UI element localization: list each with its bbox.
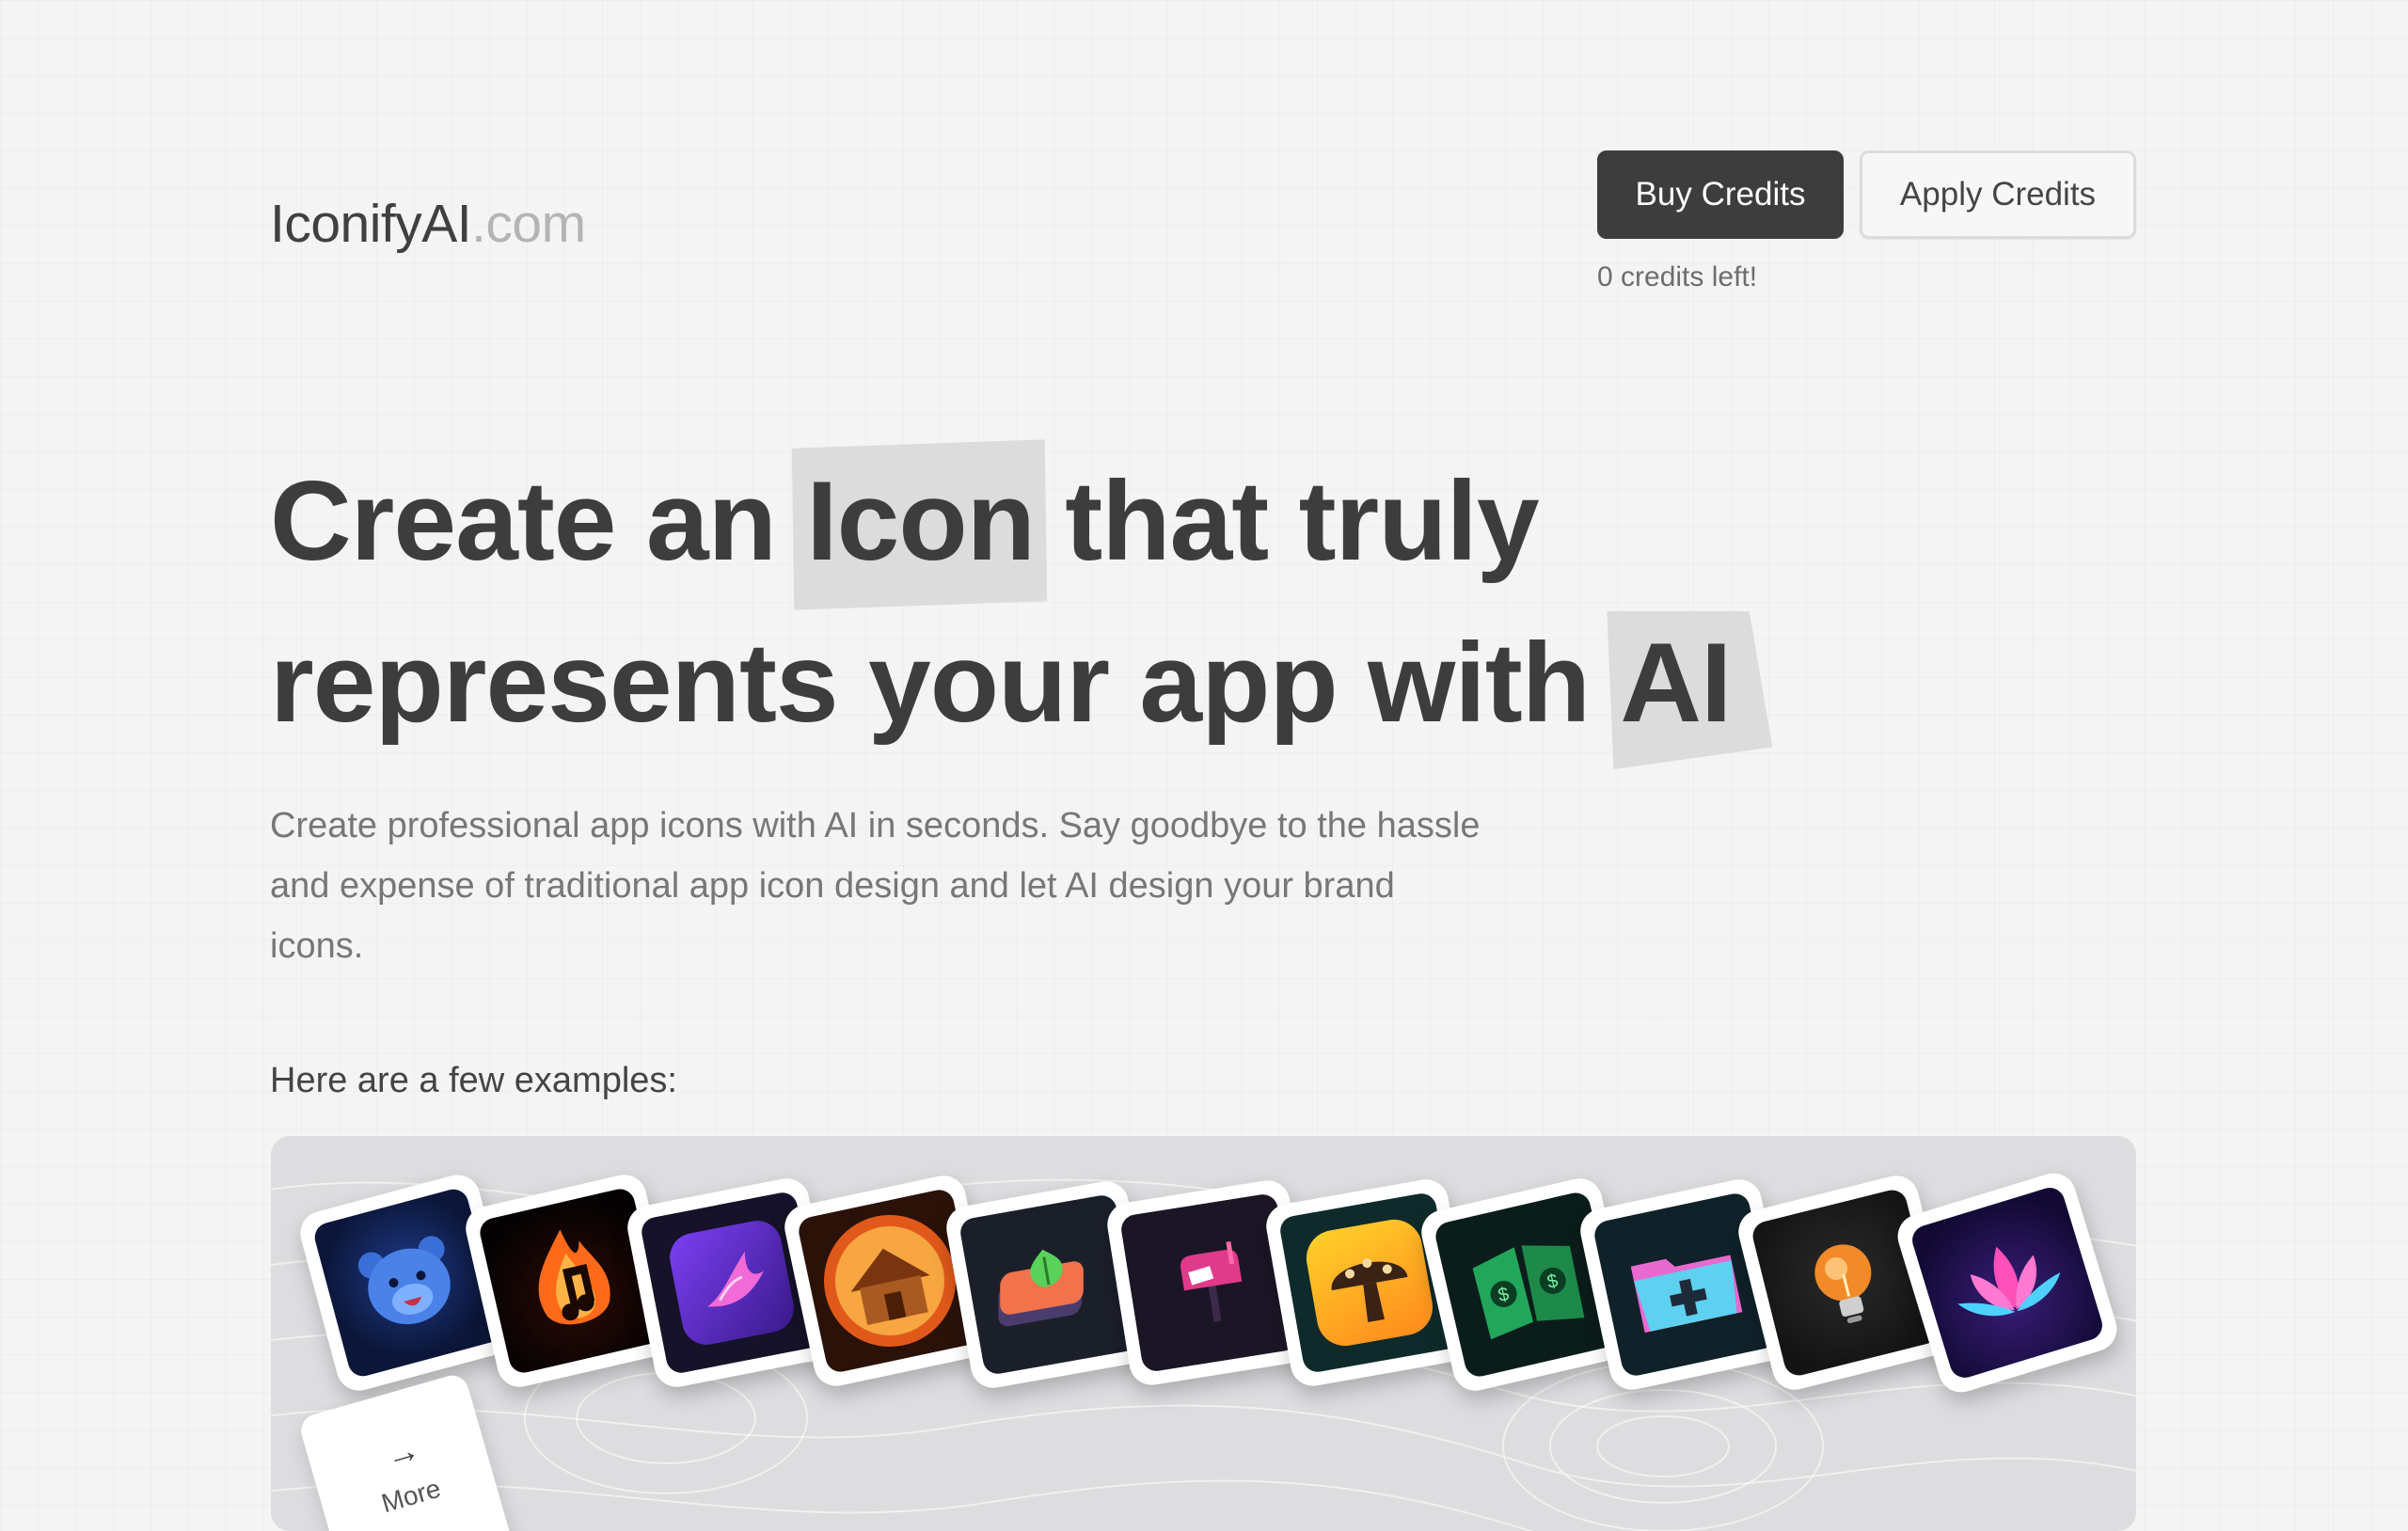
more-label: More — [378, 1473, 444, 1519]
headline-highlight-icon: Icon — [806, 440, 1036, 602]
credits-remaining: 0 credits left! — [1597, 261, 1758, 292]
headline-line2-start: represents your app with — [270, 620, 1621, 746]
lotus-app-icon — [1909, 1184, 2106, 1381]
examples-showcase: $ $ → More — [271, 1136, 2136, 1531]
site-logo[interactable]: IconifyAI .com — [270, 193, 586, 255]
hero-headline: Create an Icon that truly represents you… — [270, 440, 1732, 764]
headline-line1-start: Create an — [270, 458, 807, 584]
hero-subtitle: Create professional app icons with AI in… — [270, 806, 1481, 966]
examples-heading: Here are a few examples: — [270, 1061, 677, 1100]
apply-credits-button[interactable]: Apply Credits — [1860, 150, 2136, 239]
headline-line1-end: that truly — [1034, 458, 1539, 584]
buy-credits-button[interactable]: Buy Credits — [1597, 150, 1844, 239]
logo-name: IconifyAI — [270, 194, 472, 254]
headline-highlight-ai: AI — [1620, 602, 1732, 764]
arrow-right-icon: → — [381, 1428, 424, 1476]
logo-domain: .com — [471, 194, 586, 254]
